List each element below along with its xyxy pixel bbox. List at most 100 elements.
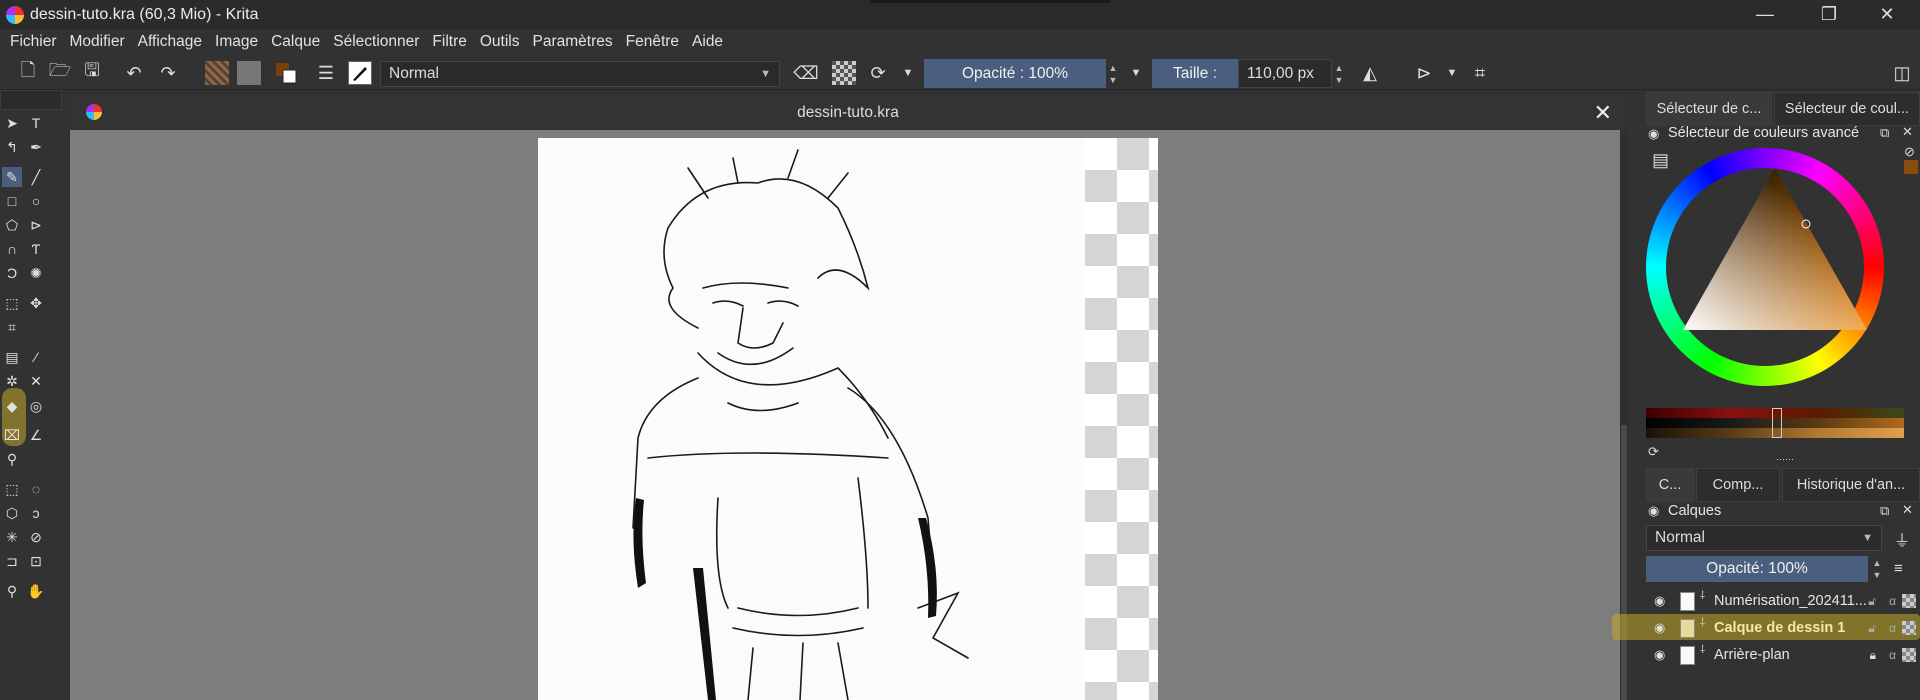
redo-icon[interactable]: ↷ (156, 61, 180, 85)
new-document-icon[interactable]: 🗋 (16, 60, 40, 85)
multibrush-icon[interactable]: ✺ (26, 263, 46, 283)
mirror-horizontal-icon[interactable]: ◭ (1358, 61, 1382, 85)
refresh-icon[interactable]: ⟳ (1648, 444, 1659, 460)
reload-preset-icon[interactable]: ⟳ (866, 61, 890, 85)
polygon-select-icon[interactable]: ⬡ (2, 503, 22, 523)
line-tool-icon[interactable]: ╱ (26, 167, 46, 187)
open-document-icon[interactable]: 🗁 (48, 60, 72, 85)
alpha-lock-icon[interactable] (1902, 648, 1916, 662)
chevron-down-icon[interactable]: ▼ (1440, 61, 1464, 85)
close-panel-icon[interactable]: ✕ (1902, 124, 1913, 140)
dynamic-brush-icon[interactable]: Ͻ (2, 263, 22, 283)
menu-fichier[interactable]: Fichier (10, 33, 57, 51)
blend-mode-dropdown[interactable]: Normal ▼ (380, 61, 780, 87)
alpha-icon[interactable]: α (1889, 648, 1896, 662)
tab-color-selector-2[interactable]: Sélecteur de coul... (1774, 92, 1920, 126)
select-shapes-icon[interactable]: ➤ (2, 113, 22, 133)
chevron-down-icon[interactable]: ▼ (896, 61, 920, 85)
tab-history[interactable]: Historique d'an... (1782, 468, 1920, 502)
scrollbar-thumb[interactable] (1621, 425, 1627, 700)
lock-icon[interactable]: 🔒︎ (1870, 648, 1876, 663)
freehand-select-icon[interactable]: ↄ (26, 503, 46, 523)
freehand-path-icon[interactable]: Ƭ (26, 239, 46, 259)
mirror-vertical-icon[interactable]: ⊳ (1412, 61, 1436, 85)
alpha-icon[interactable]: α (1889, 594, 1896, 608)
freehand-brush-icon[interactable]: ✎ (2, 167, 22, 187)
menu-selectionner[interactable]: Sélectionner (333, 33, 419, 51)
menu-affichage[interactable]: Affichage (138, 33, 202, 51)
brush-settings-icon[interactable]: ☰ (314, 61, 338, 85)
visibility-eye-icon[interactable]: ◉ (1654, 647, 1665, 663)
transform-tool-icon[interactable]: ⬚ (2, 293, 22, 313)
chevron-down-icon[interactable]: ▼ (1124, 61, 1148, 85)
colorize-mask-icon[interactable]: ✕ (26, 371, 46, 391)
color-history-bars[interactable] (1646, 408, 1904, 438)
ellipse-tool-icon[interactable]: ○ (26, 191, 46, 211)
tab-channels[interactable]: C... (1646, 468, 1694, 502)
close-panel-icon[interactable]: ✕ (1902, 502, 1913, 518)
wrap-around-icon[interactable]: ⌗ (1468, 61, 1492, 85)
assistant-tool-icon[interactable]: ⌧ (2, 425, 22, 445)
polyline-tool-icon[interactable]: ⊳ (26, 215, 46, 235)
reference-tool-icon[interactable]: ⚲ (2, 449, 22, 469)
pan-tool-icon[interactable]: ✋ (26, 581, 46, 601)
color-picker-icon[interactable]: ⁄ (26, 347, 46, 367)
layer-row[interactable]: ◉ ⸸ Arrière-plan 🔒︎ α (1648, 642, 1920, 668)
alpha-lock-icon[interactable] (1902, 594, 1916, 608)
contiguous-select-icon[interactable]: ✳ (2, 527, 22, 547)
color-triangle[interactable] (1660, 160, 1880, 360)
bezier-select-icon[interactable]: ⊐ (2, 551, 22, 571)
tab-compositions[interactable]: Comp... (1696, 468, 1780, 502)
text-tool-icon[interactable]: T (26, 113, 46, 133)
float-panel-icon[interactable]: ⧉ (1880, 503, 1889, 519)
size-slider[interactable]: Taille : (1152, 59, 1238, 88)
drawing-canvas[interactable] (538, 138, 1158, 700)
preserve-alpha-icon[interactable] (832, 61, 856, 85)
layer-blend-mode-dropdown[interactable]: Normal ▼ (1646, 525, 1882, 551)
current-color-swatch[interactable] (1904, 160, 1918, 174)
tab-color-selector-1[interactable]: Sélecteur de c... (1646, 92, 1772, 126)
rectangle-tool-icon[interactable]: □ (2, 191, 22, 211)
save-icon[interactable]: 🖫 (80, 60, 104, 85)
zoom-tool-icon[interactable]: ⚲ (2, 581, 22, 601)
menu-aide[interactable]: Aide (692, 33, 723, 51)
lock-icon[interactable]: 🔓︎ (1868, 594, 1876, 609)
magnetic-select-icon[interactable]: ⊡ (26, 551, 46, 571)
maximize-button[interactable]: ❐ (1806, 0, 1852, 29)
smart-patch-icon[interactable]: ✲ (2, 371, 22, 391)
layer-row[interactable]: ◉ ⸸ Numérisation_202411... 🔓︎ α (1648, 588, 1920, 614)
layers-options-icon[interactable]: ≡ (1894, 560, 1903, 577)
menu-calque[interactable]: Calque (271, 33, 320, 51)
enclose-fill-icon[interactable]: ◎ (26, 396, 46, 416)
ellipse-select-icon[interactable]: ◌ (26, 479, 46, 499)
gradient-preset-icon[interactable] (205, 61, 229, 85)
alpha-lock-icon[interactable] (1902, 621, 1916, 635)
size-field[interactable]: 110,00 px (1238, 59, 1332, 88)
layer-row-active[interactable]: ◉ ⸸ Calque de dessin 1 🔓︎ α (1648, 615, 1920, 641)
polygon-tool-icon[interactable]: ⬠ (2, 215, 22, 235)
size-spinner[interactable]: ▲ ▼ (1332, 59, 1346, 88)
brush-preset-icon[interactable] (348, 61, 372, 85)
no-color-icon[interactable]: ⊘ (1904, 144, 1915, 160)
edit-shapes-icon[interactable]: ↰ (2, 137, 22, 157)
fill-tool-icon[interactable]: ◆ (2, 396, 22, 416)
measure-tool-icon[interactable]: ∠ (26, 425, 46, 445)
pattern-preset-icon[interactable] (237, 61, 261, 85)
panel-menu-icon[interactable]: ◉ (1648, 126, 1659, 142)
opacity-slider[interactable]: Opacité : 100% (924, 59, 1106, 88)
alpha-icon[interactable]: α (1889, 621, 1896, 635)
lock-icon[interactable]: 🔓︎ (1868, 621, 1876, 636)
menu-outils[interactable]: Outils (480, 33, 520, 51)
menu-filtre[interactable]: Filtre (432, 33, 466, 51)
splitter-handle-icon[interactable]: ⋯⋯ (1776, 454, 1794, 465)
dock-toggle-icon[interactable]: ◫ (1890, 61, 1914, 85)
visibility-eye-icon[interactable]: ◉ (1654, 620, 1665, 636)
menu-modifier[interactable]: Modifier (70, 33, 125, 51)
undo-icon[interactable]: ↶ (122, 61, 146, 85)
layers-menu-icon[interactable]: ◉ (1648, 503, 1659, 519)
float-panel-icon[interactable]: ⧉ (1880, 125, 1889, 141)
opacity-spinner[interactable]: ▲ ▼ (1106, 59, 1120, 88)
filter-icon[interactable]: ⏚ (1894, 527, 1910, 551)
layer-opacity-slider[interactable]: Opacité: 100% (1646, 556, 1868, 582)
minimize-button[interactable]: — (1742, 0, 1788, 29)
